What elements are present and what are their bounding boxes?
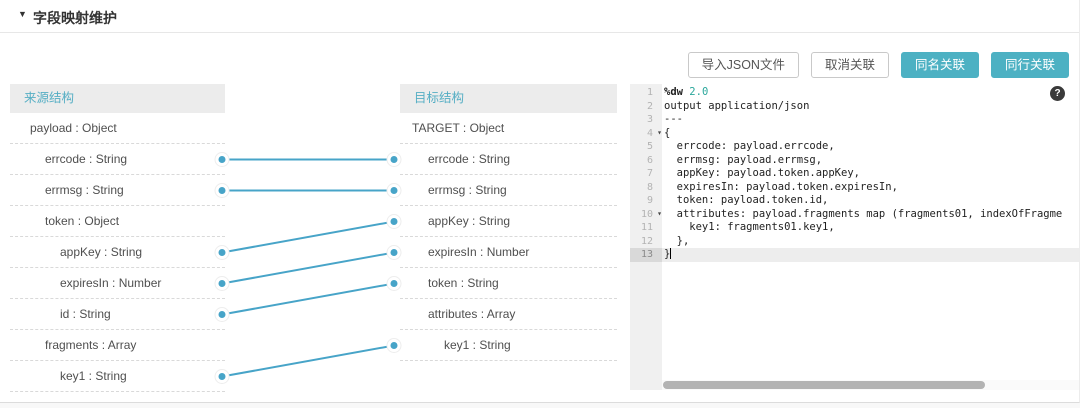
mapping-wire[interactable] [222, 346, 394, 377]
gutter-line-number: 2 [630, 100, 662, 114]
import-json-button[interactable]: 导入JSON文件 [688, 52, 799, 78]
source-field-row[interactable]: payload : Object [10, 113, 225, 144]
code-line: token: payload.token.id, [662, 194, 1079, 208]
gutter-line-number: 10▾ [630, 208, 662, 222]
target-connector-dot[interactable] [387, 246, 401, 260]
target-structure-panel: 目标结构 TARGET : Objecterrcode : Stringerrm… [400, 84, 617, 361]
source-field-row[interactable]: expiresIn : Number [10, 268, 225, 299]
same-row-mapping-button[interactable]: 同行关联 [991, 52, 1069, 78]
gutter-line-number: 8 [630, 181, 662, 195]
code-line: --- [662, 113, 1079, 127]
target-field-row[interactable]: appKey : String [400, 206, 617, 237]
code-line: key1: fragments01.key1, [662, 221, 1079, 235]
editor-code-area[interactable]: %dw 2.0output application/json---{ errco… [662, 84, 1079, 380]
section-titlebar: ▼ 字段映射维护 [0, 0, 1079, 33]
code-line: }, [662, 235, 1079, 249]
gutter-line-number: 12 [630, 235, 662, 249]
text-cursor [670, 248, 671, 259]
source-field-row[interactable]: key1 : String [10, 361, 225, 392]
target-connector-dot[interactable] [387, 153, 401, 167]
target-field-row[interactable]: token : String [400, 268, 617, 299]
target-field-row[interactable]: TARGET : Object [400, 113, 617, 144]
target-connector-dot[interactable] [387, 339, 401, 353]
target-field-row[interactable]: errmsg : String [400, 175, 617, 206]
dataweave-editor[interactable]: 1234▾5678910▾111213 %dw 2.0output applic… [630, 84, 1079, 390]
mapping-wire[interactable] [222, 253, 394, 284]
code-line: errcode: payload.errcode, [662, 140, 1079, 154]
gutter-line-number: 3 [630, 113, 662, 127]
same-name-mapping-button[interactable]: 同名关联 [901, 52, 979, 78]
code-line: expiresIn: payload.token.expiresIn, [662, 181, 1079, 195]
code-line: errmsg: payload.errmsg, [662, 154, 1079, 168]
collapse-caret-icon[interactable]: ▼ [18, 9, 27, 19]
code-line: appKey: payload.token.appKey, [662, 167, 1079, 181]
source-panel-title: 来源结构 [10, 84, 225, 113]
source-field-row[interactable]: id : String [10, 299, 225, 330]
cancel-mapping-button[interactable]: 取消关联 [811, 52, 889, 78]
code-line: output application/json [662, 100, 1079, 114]
field-mapping-card: ▼ 字段映射维护 导入JSON文件取消关联同名关联同行关联 来源结构 paylo… [0, 0, 1080, 403]
target-panel-title: 目标结构 [400, 84, 617, 113]
code-line: attributes: payload.fragments map (fragm… [662, 208, 1079, 222]
gutter-line-number: 4▾ [630, 127, 662, 141]
target-connector-dot[interactable] [387, 184, 401, 198]
editor-horizontal-scrollbar[interactable] [662, 380, 1079, 390]
editor-gutter: 1234▾5678910▾111213 [630, 84, 662, 390]
target-connector-dot[interactable] [387, 215, 401, 229]
target-field-row[interactable]: errcode : String [400, 144, 617, 175]
gutter-line-number: 7 [630, 167, 662, 181]
target-field-row[interactable]: attributes : Array [400, 299, 617, 330]
code-line: %dw 2.0 [662, 86, 1079, 100]
source-field-row[interactable]: errcode : String [10, 144, 225, 175]
source-field-row[interactable]: token : Object [10, 206, 225, 237]
mapping-toolbar: 导入JSON文件取消关联同名关联同行关联 [688, 52, 1069, 78]
gutter-line-number: 6 [630, 154, 662, 168]
target-field-row[interactable]: expiresIn : Number [400, 237, 617, 268]
source-field-row[interactable]: errmsg : String [10, 175, 225, 206]
gutter-line-number: 13 [630, 248, 662, 262]
gutter-line-number: 11 [630, 221, 662, 235]
target-field-row[interactable]: key1 : String [400, 330, 617, 361]
code-line: { [662, 127, 1079, 141]
mapping-wire[interactable] [222, 284, 394, 315]
source-field-row[interactable]: fragments : Array [10, 330, 225, 361]
code-line: } [662, 248, 1079, 262]
scrollbar-thumb[interactable] [663, 381, 985, 389]
source-field-row[interactable]: appKey : String [10, 237, 225, 268]
source-structure-panel: 来源结构 payload : Objecterrcode : Stringerr… [10, 84, 225, 392]
page-title: 字段映射维护 [33, 8, 117, 28]
target-connector-dot[interactable] [387, 277, 401, 291]
mapping-wire[interactable] [222, 222, 394, 253]
gutter-line-number: 5 [630, 140, 662, 154]
gutter-line-number: 1 [630, 86, 662, 100]
help-icon[interactable]: ? [1050, 86, 1065, 101]
gutter-line-number: 9 [630, 194, 662, 208]
